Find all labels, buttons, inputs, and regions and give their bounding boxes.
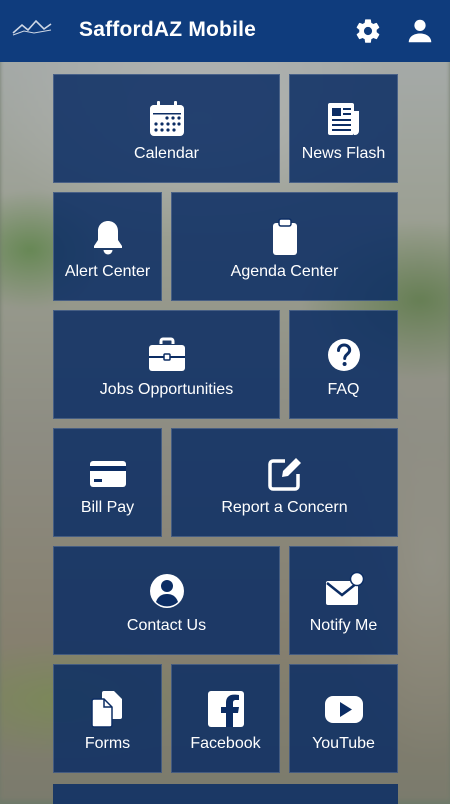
tile-label: YouTube — [312, 735, 375, 752]
news-icon — [327, 103, 359, 135]
youtube-icon — [324, 696, 363, 723]
tile-bill-pay[interactable]: Bill Pay — [53, 428, 162, 537]
tile-alert-center[interactable]: Alert Center — [53, 192, 162, 301]
tile-label: Alert Center — [64, 263, 151, 280]
mountain-logo-icon — [12, 19, 52, 36]
tile-contact-us[interactable]: Contact Us — [53, 546, 280, 655]
tile-label: Forms — [84, 735, 131, 752]
tile-label: News Flash — [301, 145, 386, 162]
tile-agenda-center[interactable]: Agenda Center — [171, 192, 398, 301]
clipboard-icon — [272, 218, 297, 255]
tile-label: Report a Concern — [221, 499, 348, 516]
question-icon — [327, 339, 360, 371]
tile-facebook[interactable]: Facebook — [171, 664, 280, 773]
calendar-icon — [149, 101, 184, 136]
facebook-icon — [207, 691, 244, 727]
user-profile-icon[interactable] — [405, 16, 435, 46]
app-bar: SaffordAZ Mobile — [0, 0, 450, 62]
account-icon — [149, 574, 184, 608]
tile-faq[interactable]: FAQ — [289, 310, 398, 419]
settings-gear-icon[interactable] — [354, 17, 382, 45]
briefcase-icon — [148, 337, 185, 371]
next-row-tile-partial[interactable] — [53, 784, 398, 804]
documents-icon — [90, 691, 122, 728]
tile-forms[interactable]: Forms — [53, 664, 162, 773]
tile-label: Agenda Center — [230, 263, 339, 280]
tile-youtube[interactable]: YouTube — [289, 664, 398, 773]
tile-label: Jobs Opportunities — [99, 381, 234, 398]
tile-label: Notify Me — [309, 617, 378, 634]
app-title: SaffordAZ Mobile — [79, 18, 257, 41]
bell-icon — [93, 221, 122, 255]
tile-label: Contact Us — [126, 617, 207, 634]
tile-jobs-opportunities[interactable]: Jobs Opportunities — [53, 310, 280, 419]
mail-notify-icon — [325, 571, 364, 605]
credit-card-icon — [89, 461, 126, 487]
tile-label: Facebook — [190, 735, 261, 752]
tile-report-concern[interactable]: Report a Concern — [171, 428, 398, 537]
tile-news-flash[interactable]: News Flash — [289, 74, 398, 183]
edit-icon — [267, 458, 301, 491]
tile-label: Calendar — [134, 145, 199, 162]
tile-notify-me[interactable]: Notify Me — [289, 546, 398, 655]
tile-calendar[interactable]: Calendar — [53, 74, 280, 183]
tile-label: Bill Pay — [80, 499, 135, 516]
tile-label: FAQ — [327, 381, 360, 398]
